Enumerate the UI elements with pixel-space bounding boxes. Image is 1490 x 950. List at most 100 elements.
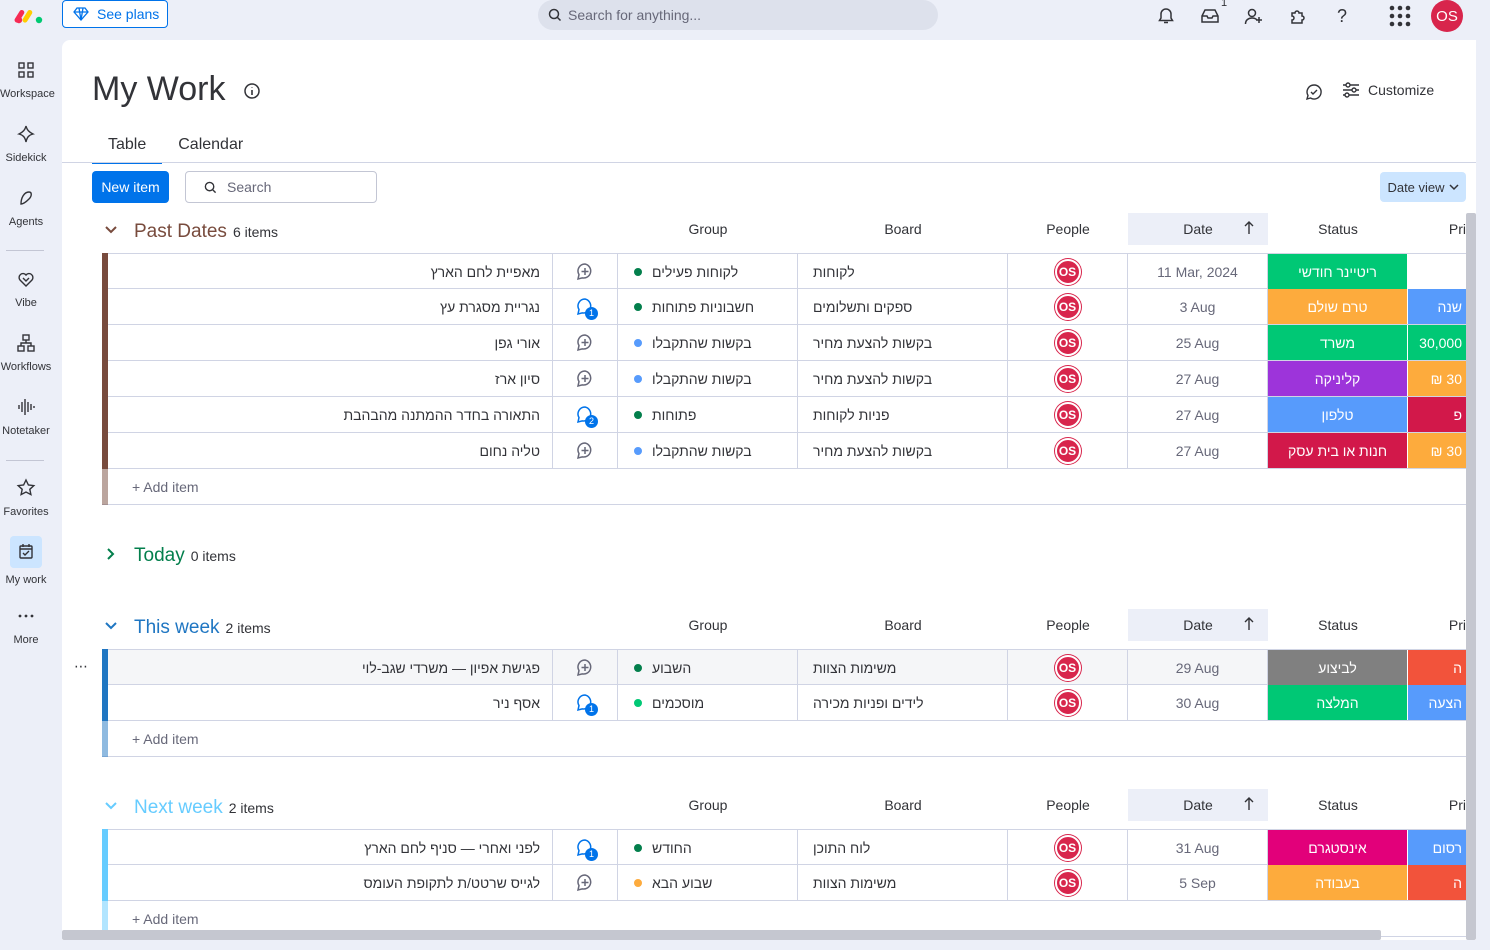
tab-calendar[interactable]: Calendar: [162, 134, 259, 164]
item-name[interactable]: אסף ניר: [108, 685, 553, 720]
board-cell[interactable]: משימות הצוות: [798, 865, 1008, 900]
column-header-priority[interactable]: Pri: [1408, 213, 1466, 245]
status-cell[interactable]: המלצה: [1268, 685, 1408, 720]
column-header-priority[interactable]: Pri: [1408, 609, 1466, 641]
item-name[interactable]: התאורה בחדר ההמתנה מהבהבת: [108, 397, 553, 432]
status-cell[interactable]: אינסטגרם: [1268, 830, 1408, 865]
status-cell[interactable]: בעבודה: [1268, 865, 1408, 900]
person-avatar[interactable]: OS: [1054, 834, 1081, 861]
add-update-icon[interactable]: [574, 657, 596, 679]
nav-agents[interactable]: Agents: [0, 186, 52, 228]
table-row[interactable]: התאורה בחדר ההמתנה מהבהבת 2 פתוחות פניות…: [102, 396, 1466, 433]
board-cell[interactable]: לוח התוכן: [798, 830, 1008, 865]
column-header-date[interactable]: Date: [1128, 213, 1268, 245]
priority-cell[interactable]: ₪ 30: [1408, 361, 1466, 396]
board-cell[interactable]: לידים ופניות מכירה: [798, 685, 1008, 720]
vertical-scrollbar[interactable]: [1466, 213, 1476, 940]
group-title[interactable]: Today 0 items: [134, 545, 236, 567]
people-cell[interactable]: OS: [1008, 865, 1128, 900]
column-header-date[interactable]: Date: [1128, 609, 1268, 641]
person-avatar[interactable]: OS: [1054, 329, 1081, 356]
table-row[interactable]: נגריית מסגרת עץ 1 חשבוניות פתוחות ספקים …: [102, 288, 1466, 325]
chevron-right-icon[interactable]: [104, 547, 118, 566]
person-avatar[interactable]: OS: [1054, 401, 1081, 428]
item-name[interactable]: לפני ואחרי — סניף לחם הארץ: [108, 830, 553, 865]
updates-cell[interactable]: 1: [553, 685, 618, 720]
priority-cell[interactable]: 30,000: [1408, 325, 1466, 360]
item-name[interactable]: מאפיית לחם הארץ: [108, 254, 553, 289]
status-cell[interactable]: קליניקה: [1268, 361, 1408, 396]
people-cell[interactable]: OS: [1008, 650, 1128, 685]
sort-arrow-up-icon[interactable]: [1244, 617, 1254, 634]
add-update-icon[interactable]: [574, 872, 596, 894]
board-cell[interactable]: בקשות להצעת מחיר: [798, 361, 1008, 396]
date-cell[interactable]: 27 Aug: [1128, 361, 1268, 396]
item-name[interactable]: אורי גפן: [108, 325, 553, 360]
group-cell[interactable]: בקשות שהתקבלו: [618, 325, 798, 360]
column-header-status[interactable]: Status: [1268, 609, 1408, 641]
user-avatar[interactable]: OS: [1431, 0, 1463, 32]
invite-user-icon[interactable]: [1242, 5, 1266, 27]
table-row[interactable]: ⋯ פגישת אפיון — משרדי שגב-לוי השבוע משימ…: [74, 649, 1466, 686]
date-view-dropdown[interactable]: Date view: [1380, 172, 1466, 202]
column-header-board[interactable]: Board: [798, 789, 1008, 821]
sort-arrow-up-icon[interactable]: [1244, 797, 1254, 814]
column-header-people[interactable]: People: [1008, 789, 1128, 821]
group-title[interactable]: This week 2 items: [134, 617, 271, 639]
column-header-board[interactable]: Board: [798, 213, 1008, 245]
row-menu-icon[interactable]: ⋯: [74, 658, 88, 675]
apps-grid-icon[interactable]: [1388, 5, 1412, 27]
people-cell[interactable]: OS: [1008, 289, 1128, 324]
status-cell[interactable]: ריטיינר חודשי: [1268, 254, 1408, 289]
group-cell[interactable]: השבוע: [618, 650, 798, 685]
date-cell[interactable]: 25 Aug: [1128, 325, 1268, 360]
add-update-icon[interactable]: [574, 261, 596, 283]
date-cell[interactable]: 27 Aug: [1128, 397, 1268, 432]
add-item-row[interactable]: + Add item: [102, 721, 1466, 757]
person-avatar[interactable]: OS: [1054, 293, 1081, 320]
info-icon[interactable]: [243, 82, 261, 100]
date-cell[interactable]: 30 Aug: [1128, 685, 1268, 720]
sort-arrow-up-icon[interactable]: [1244, 221, 1254, 238]
group-title[interactable]: Past Dates 6 items: [134, 221, 278, 243]
updates-cell[interactable]: 1: [553, 830, 618, 865]
add-item-row[interactable]: + Add item: [102, 469, 1466, 505]
table-row[interactable]: טליה נחום בקשות שהתקבלו בקשות להצעת מחיר…: [102, 432, 1466, 469]
group-cell[interactable]: בקשות שהתקבלו: [618, 361, 798, 396]
group-cell[interactable]: מוסכמים: [618, 685, 798, 720]
see-plans-button[interactable]: See plans: [62, 0, 168, 28]
item-name[interactable]: פגישת אפיון — משרדי שגב-לוי: [108, 650, 553, 685]
date-cell[interactable]: 11 Mar, 2024: [1128, 254, 1268, 289]
conversation-icon[interactable]: 1: [574, 296, 598, 320]
board-cell[interactable]: ספקים ותשלומים: [798, 289, 1008, 324]
nav-sidekick[interactable]: Sidekick: [0, 122, 52, 164]
status-cell[interactable]: טלפון: [1268, 397, 1408, 432]
priority-cell[interactable]: [1408, 254, 1466, 289]
priority-cell[interactable]: הצעה: [1408, 685, 1466, 720]
priority-cell[interactable]: רסום: [1408, 830, 1466, 865]
conversation-icon[interactable]: 2: [574, 404, 598, 428]
column-header-people[interactable]: People: [1008, 213, 1128, 245]
date-cell[interactable]: 31 Aug: [1128, 830, 1268, 865]
people-cell[interactable]: OS: [1008, 830, 1128, 865]
board-cell[interactable]: בקשות להצעת מחיר: [798, 433, 1008, 468]
updates-cell[interactable]: [553, 433, 618, 468]
people-cell[interactable]: OS: [1008, 254, 1128, 289]
priority-cell[interactable]: ₪ 30: [1408, 433, 1466, 468]
nav-workflows[interactable]: Workflows: [0, 331, 52, 373]
priority-cell[interactable]: ה: [1408, 650, 1466, 685]
group-cell[interactable]: שבוע הבא: [618, 865, 798, 900]
column-header-status[interactable]: Status: [1268, 789, 1408, 821]
board-cell[interactable]: פניות לקוחות: [798, 397, 1008, 432]
horizontal-scrollbar[interactable]: [62, 930, 1381, 940]
table-row[interactable]: מאפיית לחם הארץ לקוחות פעילים לקוחות OS …: [102, 253, 1466, 290]
person-avatar[interactable]: OS: [1054, 437, 1081, 464]
updates-cell[interactable]: [553, 254, 618, 289]
table-row[interactable]: אורי גפן בקשות שהתקבלו בקשות להצעת מחיר …: [102, 324, 1466, 361]
date-cell[interactable]: 5 Sep: [1128, 865, 1268, 900]
feedback-icon[interactable]: [1304, 82, 1324, 102]
updates-cell[interactable]: [553, 865, 618, 900]
status-cell[interactable]: משרד: [1268, 325, 1408, 360]
column-header-date[interactable]: Date: [1128, 789, 1268, 821]
status-cell[interactable]: חנות או בית עסק: [1268, 433, 1408, 468]
